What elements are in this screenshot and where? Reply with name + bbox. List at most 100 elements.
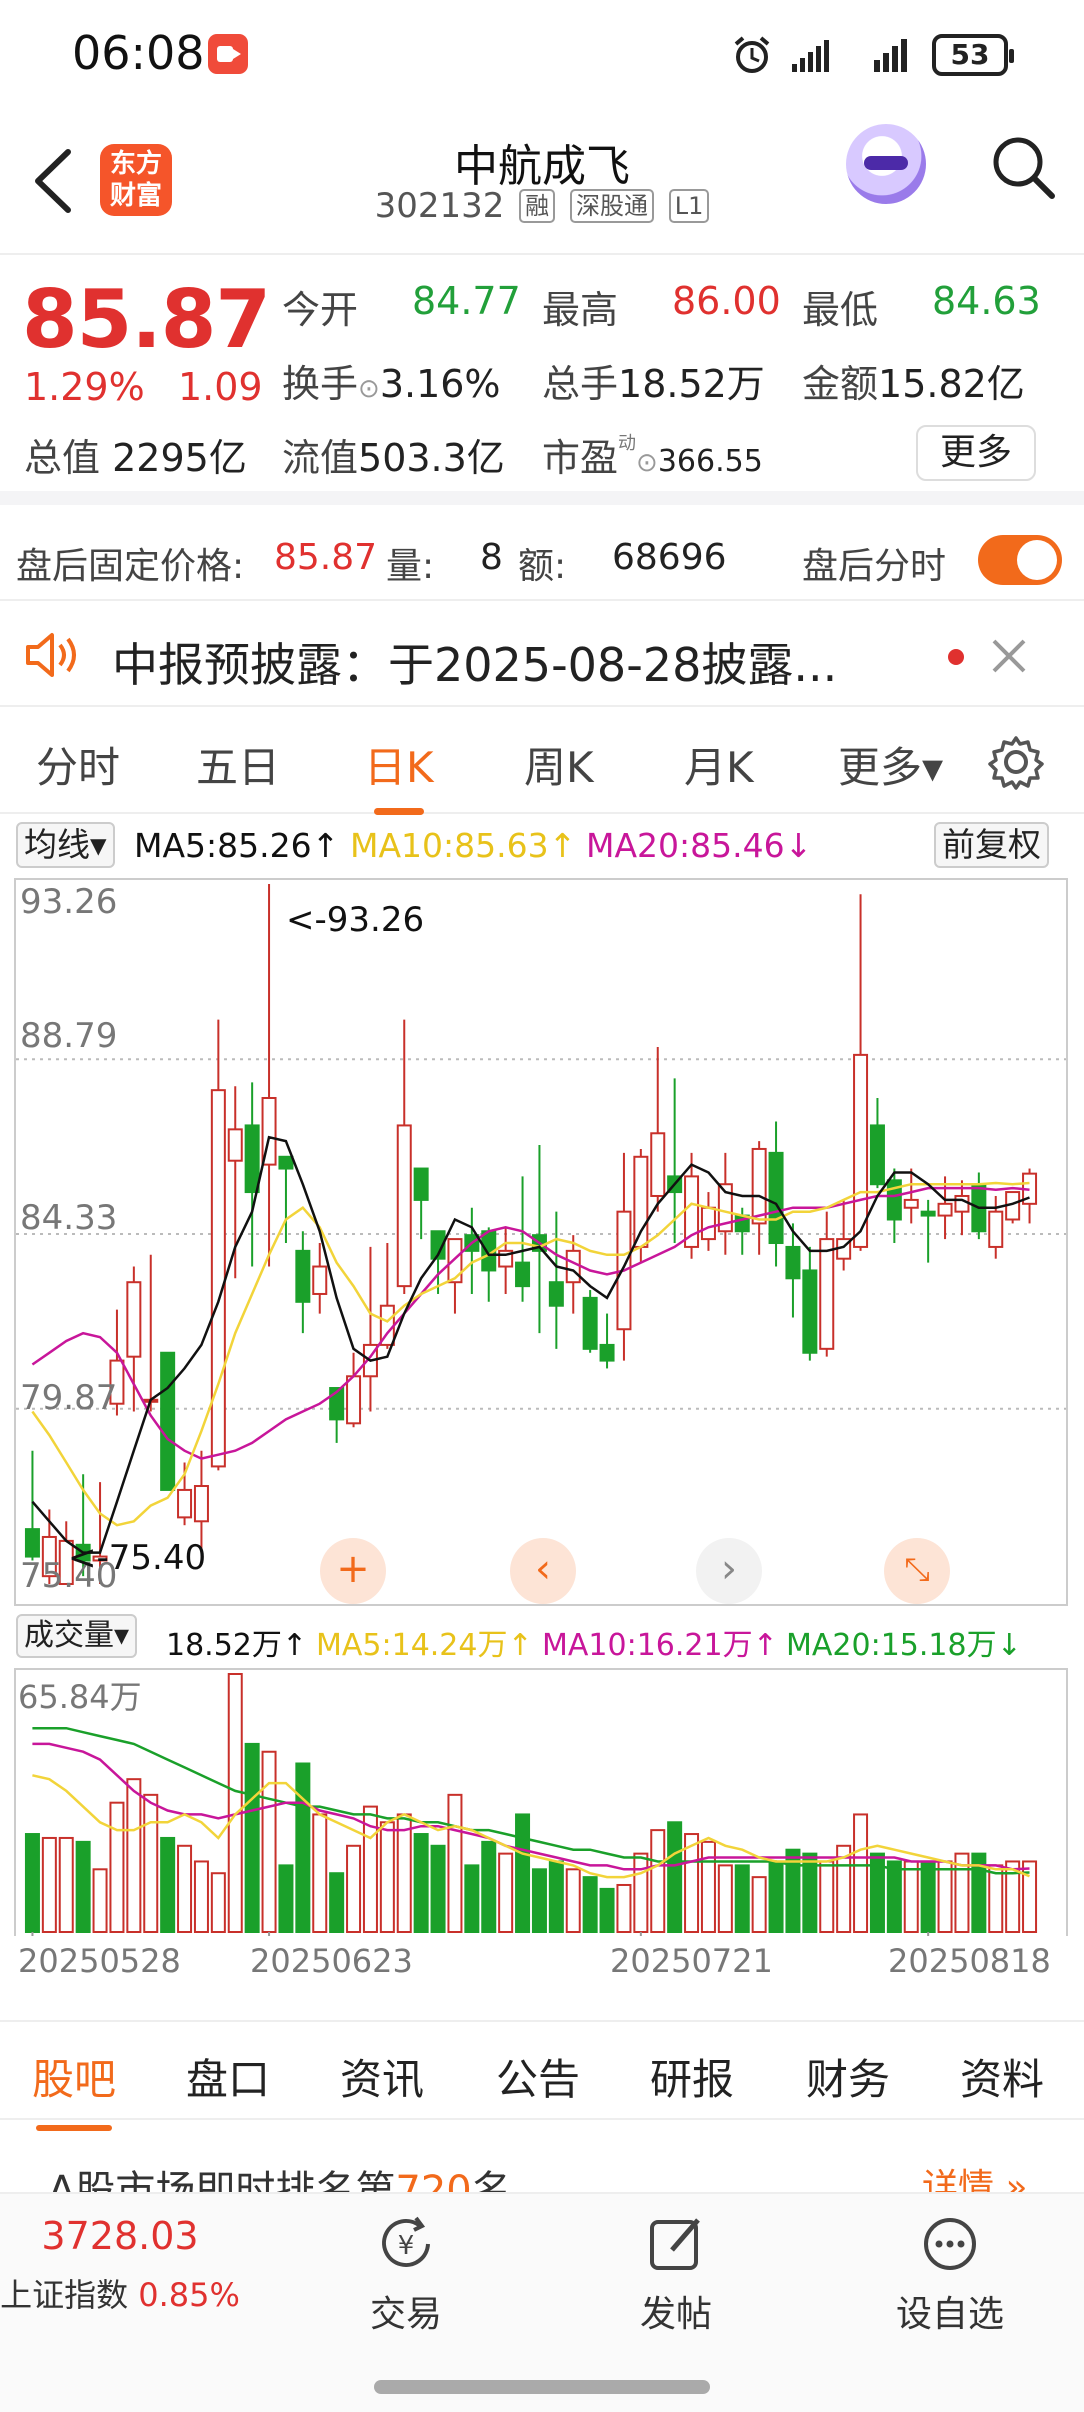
- plus-icon[interactable]: +: [320, 1538, 386, 1604]
- volume-bar: [751, 1876, 767, 1934]
- low-annotation: <-75.40: [68, 1538, 207, 1578]
- volume-bar: [295, 1762, 311, 1933]
- home-indicator[interactable]: [374, 2380, 710, 2394]
- amount-field: 金额15.82亿: [802, 353, 1025, 408]
- tab-financials[interactable]: 财务: [806, 2046, 890, 2107]
- search-icon[interactable]: [988, 132, 1058, 202]
- candle-body: [244, 1124, 260, 1194]
- candle-body: [126, 1281, 142, 1358]
- margin-tag: 融: [519, 189, 556, 223]
- adjust-selector[interactable]: 前复权: [934, 822, 1049, 868]
- volume-bar: [515, 1813, 531, 1934]
- candle-body: [599, 1343, 615, 1362]
- gear-icon[interactable]: [988, 734, 1044, 790]
- content-tabs: 股吧 盘口 资讯 公告 研报 财务 资料: [0, 2020, 1084, 2131]
- candle-body: [24, 1528, 40, 1558]
- volume-bar: [734, 1864, 750, 1933]
- candle-body: [278, 1155, 294, 1170]
- candle-body: [515, 1261, 531, 1288]
- after-amount: 68696: [612, 537, 727, 578]
- label: 最高: [542, 288, 619, 332]
- float-field: 流值503.3亿: [282, 427, 505, 482]
- watchlist-label: 设自选: [895, 2294, 1004, 2335]
- candle-body: [903, 1198, 919, 1209]
- ma-selector[interactable]: 均线▾: [16, 822, 115, 868]
- y-tick: 88.79: [20, 1016, 118, 1056]
- status-icons: [734, 36, 907, 73]
- stock-header: 东方 财富 中航成飞 302132 融 深股通 L1: [0, 110, 1084, 255]
- volume-bar: [177, 1844, 193, 1934]
- rank-detail-link[interactable]: 详情 »: [922, 2158, 1027, 2194]
- tab-announcements[interactable]: 公告: [496, 2046, 580, 2107]
- candle-body: [346, 1375, 362, 1425]
- volume-bar: [819, 1860, 835, 1934]
- tab-orderbook[interactable]: 盘口: [186, 2046, 270, 2107]
- tab-five-day[interactable]: 五日: [196, 734, 280, 795]
- close-icon[interactable]: [990, 637, 1028, 675]
- tab-daily-k[interactable]: 日K: [364, 734, 434, 815]
- index-value: 3728.03: [41, 2214, 199, 2258]
- rank-row[interactable]: A股市场即时排名第720名 详情 »: [0, 2124, 1084, 2194]
- edit-icon: [650, 2218, 700, 2270]
- candle-body: [819, 1238, 835, 1350]
- volume-bar: [616, 1883, 632, 1933]
- chart-tabs: 分时 五日 日K 周K 月K 更多▾: [0, 708, 1084, 815]
- candle-body: [853, 1053, 869, 1248]
- candle-body: [785, 1245, 801, 1280]
- candle-body: [312, 1265, 328, 1295]
- volume-bar: [599, 1887, 615, 1934]
- volume-bar: [531, 1868, 547, 1933]
- after-hours-bar: 盘后固定价格: 85.87 量: 8 额: 68696 盘后分时: [0, 519, 1084, 601]
- volume-bar: [633, 1852, 649, 1933]
- tab-forum[interactable]: 股吧: [32, 2046, 116, 2131]
- tab-more[interactable]: 更多▾: [838, 734, 943, 795]
- robot-assistant-icon[interactable]: [846, 124, 926, 204]
- index-widget[interactable]: 3728.03 上证指数 0.85%: [0, 2214, 240, 2316]
- trade-button[interactable]: ¥ 交易: [356, 2214, 456, 2337]
- more-button[interactable]: 更多: [916, 425, 1036, 481]
- tab-intraday[interactable]: 分时: [36, 734, 120, 795]
- chevron-right-icon[interactable]: ›: [696, 1538, 762, 1604]
- turnover-field: 换手⊙3.16%: [282, 353, 501, 408]
- volume-bar: [396, 1813, 412, 1934]
- after-hours-toggle[interactable]: [978, 535, 1062, 585]
- value: 3.16%: [379, 362, 501, 406]
- open-field: 今开: [282, 279, 358, 334]
- alarm-icon: [734, 36, 770, 73]
- volume-bar: [498, 1852, 514, 1933]
- add-watchlist-button[interactable]: 设自选: [880, 2214, 1020, 2337]
- connect-tag: 深股通: [569, 189, 654, 223]
- post-label: 发帖: [639, 2294, 712, 2335]
- post-button[interactable]: 发帖: [626, 2214, 726, 2337]
- x-tick: 20250721: [610, 1942, 773, 1980]
- volume-bar: [261, 1750, 277, 1933]
- tab-research[interactable]: 研报: [650, 2046, 734, 2107]
- candle-body: [751, 1147, 767, 1225]
- candle-body: [160, 1351, 176, 1491]
- volume-bar: [210, 1872, 226, 1934]
- tab-news[interactable]: 资讯: [340, 2046, 424, 2107]
- chevron-left-icon[interactable]: ‹: [510, 1538, 576, 1604]
- collapse-icon[interactable]: ⤡: [884, 1538, 950, 1604]
- candle-body: [177, 1488, 193, 1519]
- x-tick: 20250528: [18, 1942, 181, 1980]
- tab-profile[interactable]: 资料: [960, 2046, 1044, 2107]
- y-tick: 79.87: [20, 1378, 118, 1418]
- label: 金额: [802, 362, 879, 406]
- volume-selector[interactable]: 成交量▾: [16, 1614, 138, 1658]
- volume-chart[interactable]: 65.84万 20250528 20250623 20250721 202508…: [14, 1668, 1068, 1980]
- after-vol: 8: [480, 537, 503, 578]
- tab-monthly-k[interactable]: 月K: [684, 734, 754, 795]
- volume-bar: [413, 1833, 429, 1933]
- kline-chart[interactable]: 93.26 88.79 84.33 79.87 75.40 <-93.26 <-…: [14, 878, 1068, 1606]
- candle-body: [447, 1238, 463, 1284]
- notice-bar[interactable]: 中报预披露：于2025-08-28披露...: [0, 603, 1084, 707]
- level-tag: L1: [668, 189, 710, 223]
- candle-body: [954, 1194, 970, 1213]
- tab-weekly-k[interactable]: 周K: [524, 734, 594, 795]
- after-vol-label: 量:: [386, 546, 435, 587]
- ma10-value: MA10:85.63↑: [350, 826, 577, 865]
- info-icon[interactable]: ⊙: [358, 374, 380, 404]
- speaker-icon: [26, 633, 76, 677]
- info-icon[interactable]: ⊙: [636, 448, 658, 478]
